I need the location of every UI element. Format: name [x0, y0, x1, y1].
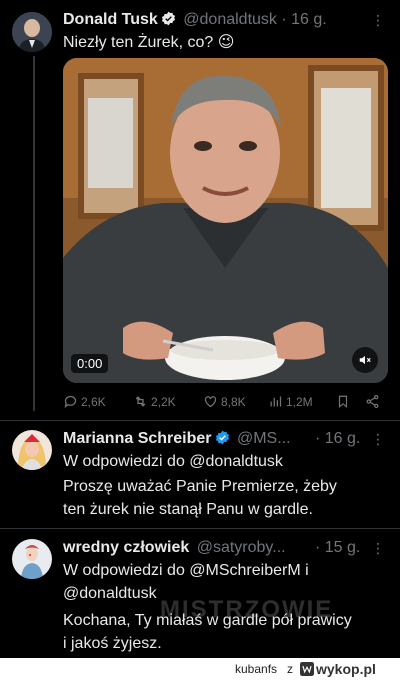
more-options-icon[interactable]: ⋮: [371, 12, 385, 29]
reply-icon: [64, 395, 77, 408]
like-button[interactable]: 8,8K: [203, 394, 246, 409]
footer-site[interactable]: wykop.pl: [316, 661, 376, 677]
repost-count: 2,2K: [151, 394, 176, 409]
reply-text-line1: Proszę uważać Panie Premierze, żeby: [63, 478, 337, 495]
share-icon: [366, 394, 379, 409]
heart-icon: [204, 396, 217, 408]
verified-badge-icon: [215, 430, 229, 445]
reply-button[interactable]: 2,6K: [63, 394, 106, 409]
reply-timestamp[interactable]: · 15 g.: [315, 538, 360, 558]
verified-badge-icon: [161, 11, 175, 26]
person-portrait-icon: [12, 12, 52, 52]
divider: [0, 420, 400, 421]
site-footer: kubanfs z wykop.pl: [0, 658, 400, 680]
person-portrait-icon: [12, 539, 52, 579]
video-timestamp: 0:00: [71, 354, 109, 373]
thread-line: [33, 56, 35, 411]
bookmark-button[interactable]: [336, 394, 350, 409]
more-options-icon[interactable]: ⋮: [371, 431, 385, 448]
author-handle[interactable]: @donaldtusk: [183, 11, 277, 28]
reply-count: 2,6K: [81, 394, 106, 409]
views-chart-icon: [270, 396, 282, 407]
action-bar: 2,6K 2,2K 8,8K 1,2M: [63, 394, 388, 412]
replying-to: W odpowiedzi do @donaldtusk: [63, 453, 283, 470]
avatar-wredny-czlowiek[interactable]: [12, 539, 52, 579]
reply-text-line2: ten żurek nie stanął Panu w gardle.: [63, 501, 313, 518]
reply-author-handle[interactable]: @satyroby...: [197, 539, 286, 556]
reply-text-line2: i jakoś żyjesz.: [63, 635, 162, 652]
repost-icon: [135, 396, 146, 407]
like-count: 8,8K: [221, 394, 246, 409]
mute-button[interactable]: [352, 347, 378, 373]
views-button[interactable]: 1,2M: [268, 394, 313, 409]
tweet-text: Niezły ten Żurek, co? 😉: [63, 34, 235, 51]
person-portrait-icon: [12, 430, 52, 470]
repost-button[interactable]: 2,2K: [133, 394, 176, 409]
reply-timestamp[interactable]: · 16 g.: [315, 429, 360, 449]
reply-author-name[interactable]: Marianna Schreiber: [63, 430, 212, 447]
timestamp[interactable]: · 16 g.: [281, 11, 326, 28]
replying-to-line1: W odpowiedzi do @MSchreiberM i: [63, 562, 309, 579]
reply-author-handle[interactable]: @MS...: [237, 430, 291, 447]
share-button[interactable]: [365, 394, 380, 409]
more-options-icon[interactable]: ⋮: [371, 540, 385, 557]
footer-user[interactable]: kubanfs: [235, 662, 277, 676]
avatar-donald-tusk[interactable]: [12, 12, 52, 52]
wykop-logo-icon: [300, 662, 314, 676]
reply-text-line1: Kochana, Ty miałaś w gardle pół prawicy: [63, 612, 352, 629]
footer-z: z: [287, 662, 293, 676]
muted-speaker-icon: [359, 355, 371, 365]
reply-author-name[interactable]: wredny człowiek: [63, 539, 189, 556]
divider: [0, 528, 400, 529]
video-frame-image: [63, 58, 388, 383]
replying-to-line2: @donaldtusk: [63, 585, 157, 602]
author-name[interactable]: Donald Tusk: [63, 11, 158, 28]
bookmark-icon: [338, 395, 348, 408]
avatar-marianna-schreiber[interactable]: [12, 430, 52, 470]
video-player[interactable]: 0:00: [63, 58, 388, 383]
view-count: 1,2M: [286, 394, 313, 409]
